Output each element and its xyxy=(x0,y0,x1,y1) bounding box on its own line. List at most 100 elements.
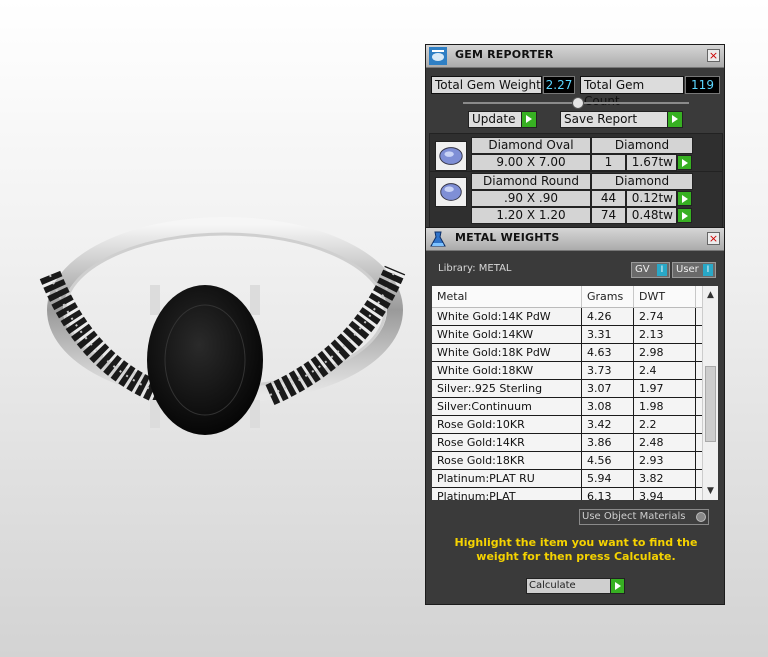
slider-handle[interactable] xyxy=(572,97,584,109)
metal-weights-title: METAL WEIGHTS xyxy=(455,231,560,244)
gv-toggle-indicator: I xyxy=(657,264,667,276)
table-row[interactable]: Rose Gold:10KR 3.42 2.2 xyxy=(432,416,702,434)
dwt-cell: 2.13 xyxy=(634,326,696,343)
use-object-materials-option[interactable]: Use Object Materials xyxy=(579,509,709,525)
gem-size-cell[interactable]: .90 X .90 xyxy=(471,190,591,207)
table-row[interactable]: Silver:.925 Sterling 3.07 1.97 xyxy=(432,380,702,398)
calculate-button[interactable]: Calculate xyxy=(526,578,625,594)
table-row[interactable]: White Gold:18KW 3.73 2.4 xyxy=(432,362,702,380)
gem-count-cell[interactable]: 1 xyxy=(591,154,626,171)
update-button-label: Update xyxy=(472,112,516,126)
metal-name-cell: White Gold:18KW xyxy=(432,362,582,379)
scroll-down-icon[interactable]: ▼ xyxy=(703,484,718,498)
table-row[interactable]: Rose Gold:14KR 3.86 2.48 xyxy=(432,434,702,452)
gem-go-button[interactable] xyxy=(677,155,692,170)
dwt-cell: 1.98 xyxy=(634,398,696,415)
gem-count-cell[interactable]: 44 xyxy=(591,190,626,207)
radio-icon xyxy=(696,512,706,522)
dwt-cell: 3.82 xyxy=(634,470,696,487)
table-row[interactable]: Platinum:PLAT 6.13 3.94 xyxy=(432,488,702,500)
metal-name-cell: Platinum:PLAT RU xyxy=(432,470,582,487)
metal-name-cell: Silver:.925 Sterling xyxy=(432,380,582,397)
table-scrollbar[interactable]: ▲ ▼ xyxy=(702,286,718,500)
dwt-cell: 2.48 xyxy=(634,434,696,451)
metal-table-body: White Gold:14K PdW 4.26 2.74 White Gold:14K… xyxy=(432,308,702,500)
dwt-cell: 1.97 xyxy=(634,380,696,397)
grams-cell: 3.07 xyxy=(582,380,634,397)
gem-go-button[interactable] xyxy=(677,208,692,223)
table-row[interactable]: White Gold:14KW 3.31 2.13 xyxy=(432,326,702,344)
gem-size-cell[interactable]: 9.00 X 7.00 xyxy=(471,154,591,171)
gem-weight-cell[interactable]: 0.12tw xyxy=(626,190,677,207)
dwt-cell: 3.94 xyxy=(634,488,696,500)
use-object-materials-label: Use Object Materials xyxy=(582,511,686,522)
grams-cell: 3.08 xyxy=(582,398,634,415)
gem-go-button[interactable] xyxy=(677,191,692,206)
close-icon[interactable]: × xyxy=(707,49,720,62)
save-report-button-label: Save Report xyxy=(564,112,638,126)
table-row[interactable]: White Gold:18K PdW 4.63 2.98 xyxy=(432,344,702,362)
metal-name-cell: Rose Gold:14KR xyxy=(432,434,582,451)
gem-reporter-titlebar[interactable]: GEM REPORTER × xyxy=(426,45,724,68)
grams-cell: 3.86 xyxy=(582,434,634,451)
calculate-button-label: Calculate xyxy=(529,580,576,591)
instruction-text: Highlight the item you want to find the … xyxy=(454,536,698,563)
dwt-cell: 2.98 xyxy=(634,344,696,361)
gem-name-cell[interactable]: Diamond Round xyxy=(471,173,591,190)
grams-cell: 5.94 xyxy=(582,470,634,487)
gem-count-cell[interactable]: 74 xyxy=(591,207,626,224)
close-icon[interactable]: × xyxy=(707,232,720,245)
total-gem-count-label: Total Gem Count xyxy=(580,76,684,108)
gem-name-cell[interactable]: Diamond Oval xyxy=(471,137,591,154)
grams-cell: 3.73 xyxy=(582,362,634,379)
grams-cell: 4.26 xyxy=(582,308,634,325)
user-toggle-label: User xyxy=(676,264,699,275)
ring-render-image xyxy=(39,217,406,435)
scroll-up-icon[interactable]: ▲ xyxy=(703,288,718,302)
grams-cell: 3.31 xyxy=(582,326,634,343)
column-header-metal[interactable]: Metal xyxy=(432,286,582,307)
flask-icon xyxy=(430,231,446,247)
oval-gem-icon xyxy=(435,141,467,171)
metal-weights-panel: METAL WEIGHTS × Library: METAL GV I User… xyxy=(425,227,725,605)
metal-table: Metal Grams DWT White Gold:14K PdW 4.26 2.… xyxy=(432,286,718,500)
gem-material-cell[interactable]: Diamond xyxy=(591,137,693,154)
metal-name-cell: Rose Gold:10KR xyxy=(432,416,582,433)
update-button[interactable]: Update xyxy=(468,111,537,128)
table-row[interactable]: White Gold:14K PdW 4.26 2.74 xyxy=(432,308,702,326)
play-icon xyxy=(610,579,624,593)
total-gem-weight-value: 2.27 xyxy=(543,76,575,94)
gem-material-cell[interactable]: Diamond xyxy=(591,173,693,190)
dwt-cell: 2.93 xyxy=(634,452,696,469)
scrollbar-thumb[interactable] xyxy=(705,366,716,442)
gv-toggle-label: GV xyxy=(635,264,650,275)
metal-table-header: Metal Grams DWT xyxy=(432,286,702,308)
table-row[interactable]: Silver:Continuum 3.08 1.98 xyxy=(432,398,702,416)
gem-weight-cell[interactable]: 0.48tw xyxy=(626,207,677,224)
metal-name-cell: Rose Gold:18KR xyxy=(432,452,582,469)
column-header-dwt[interactable]: DWT xyxy=(634,286,696,307)
grams-cell: 3.42 xyxy=(582,416,634,433)
save-report-button[interactable]: Save Report xyxy=(560,111,683,128)
gem-size-cell[interactable]: 1.20 X 1.20 xyxy=(471,207,591,224)
total-gem-weight-label: Total Gem Weight xyxy=(431,76,542,94)
dwt-cell: 2.4 xyxy=(634,362,696,379)
user-toggle[interactable]: User I xyxy=(672,262,716,278)
user-toggle-indicator: I xyxy=(703,264,713,276)
metal-weights-titlebar[interactable]: METAL WEIGHTS × xyxy=(426,228,724,251)
gv-toggle[interactable]: GV I xyxy=(631,262,670,278)
metal-name-cell: White Gold:14K PdW xyxy=(432,308,582,325)
play-icon xyxy=(667,112,682,127)
table-row[interactable]: Rose Gold:18KR 4.56 2.93 xyxy=(432,452,702,470)
gem-reporter-title: GEM REPORTER xyxy=(455,48,554,61)
total-gem-count-value: 119 xyxy=(685,76,720,94)
grams-cell: 4.56 xyxy=(582,452,634,469)
dwt-cell: 2.74 xyxy=(634,308,696,325)
table-row[interactable]: Platinum:PLAT RU 5.94 3.82 xyxy=(432,470,702,488)
gem-reporter-icon xyxy=(429,47,447,65)
gem-weight-cell[interactable]: 1.67tw xyxy=(626,154,677,171)
grams-cell: 6.13 xyxy=(582,488,634,500)
grams-cell: 4.63 xyxy=(582,344,634,361)
gem-reporter-panel: GEM REPORTER × Total Gem Weight 2.27 Tot… xyxy=(425,44,725,228)
column-header-grams[interactable]: Grams xyxy=(582,286,634,307)
